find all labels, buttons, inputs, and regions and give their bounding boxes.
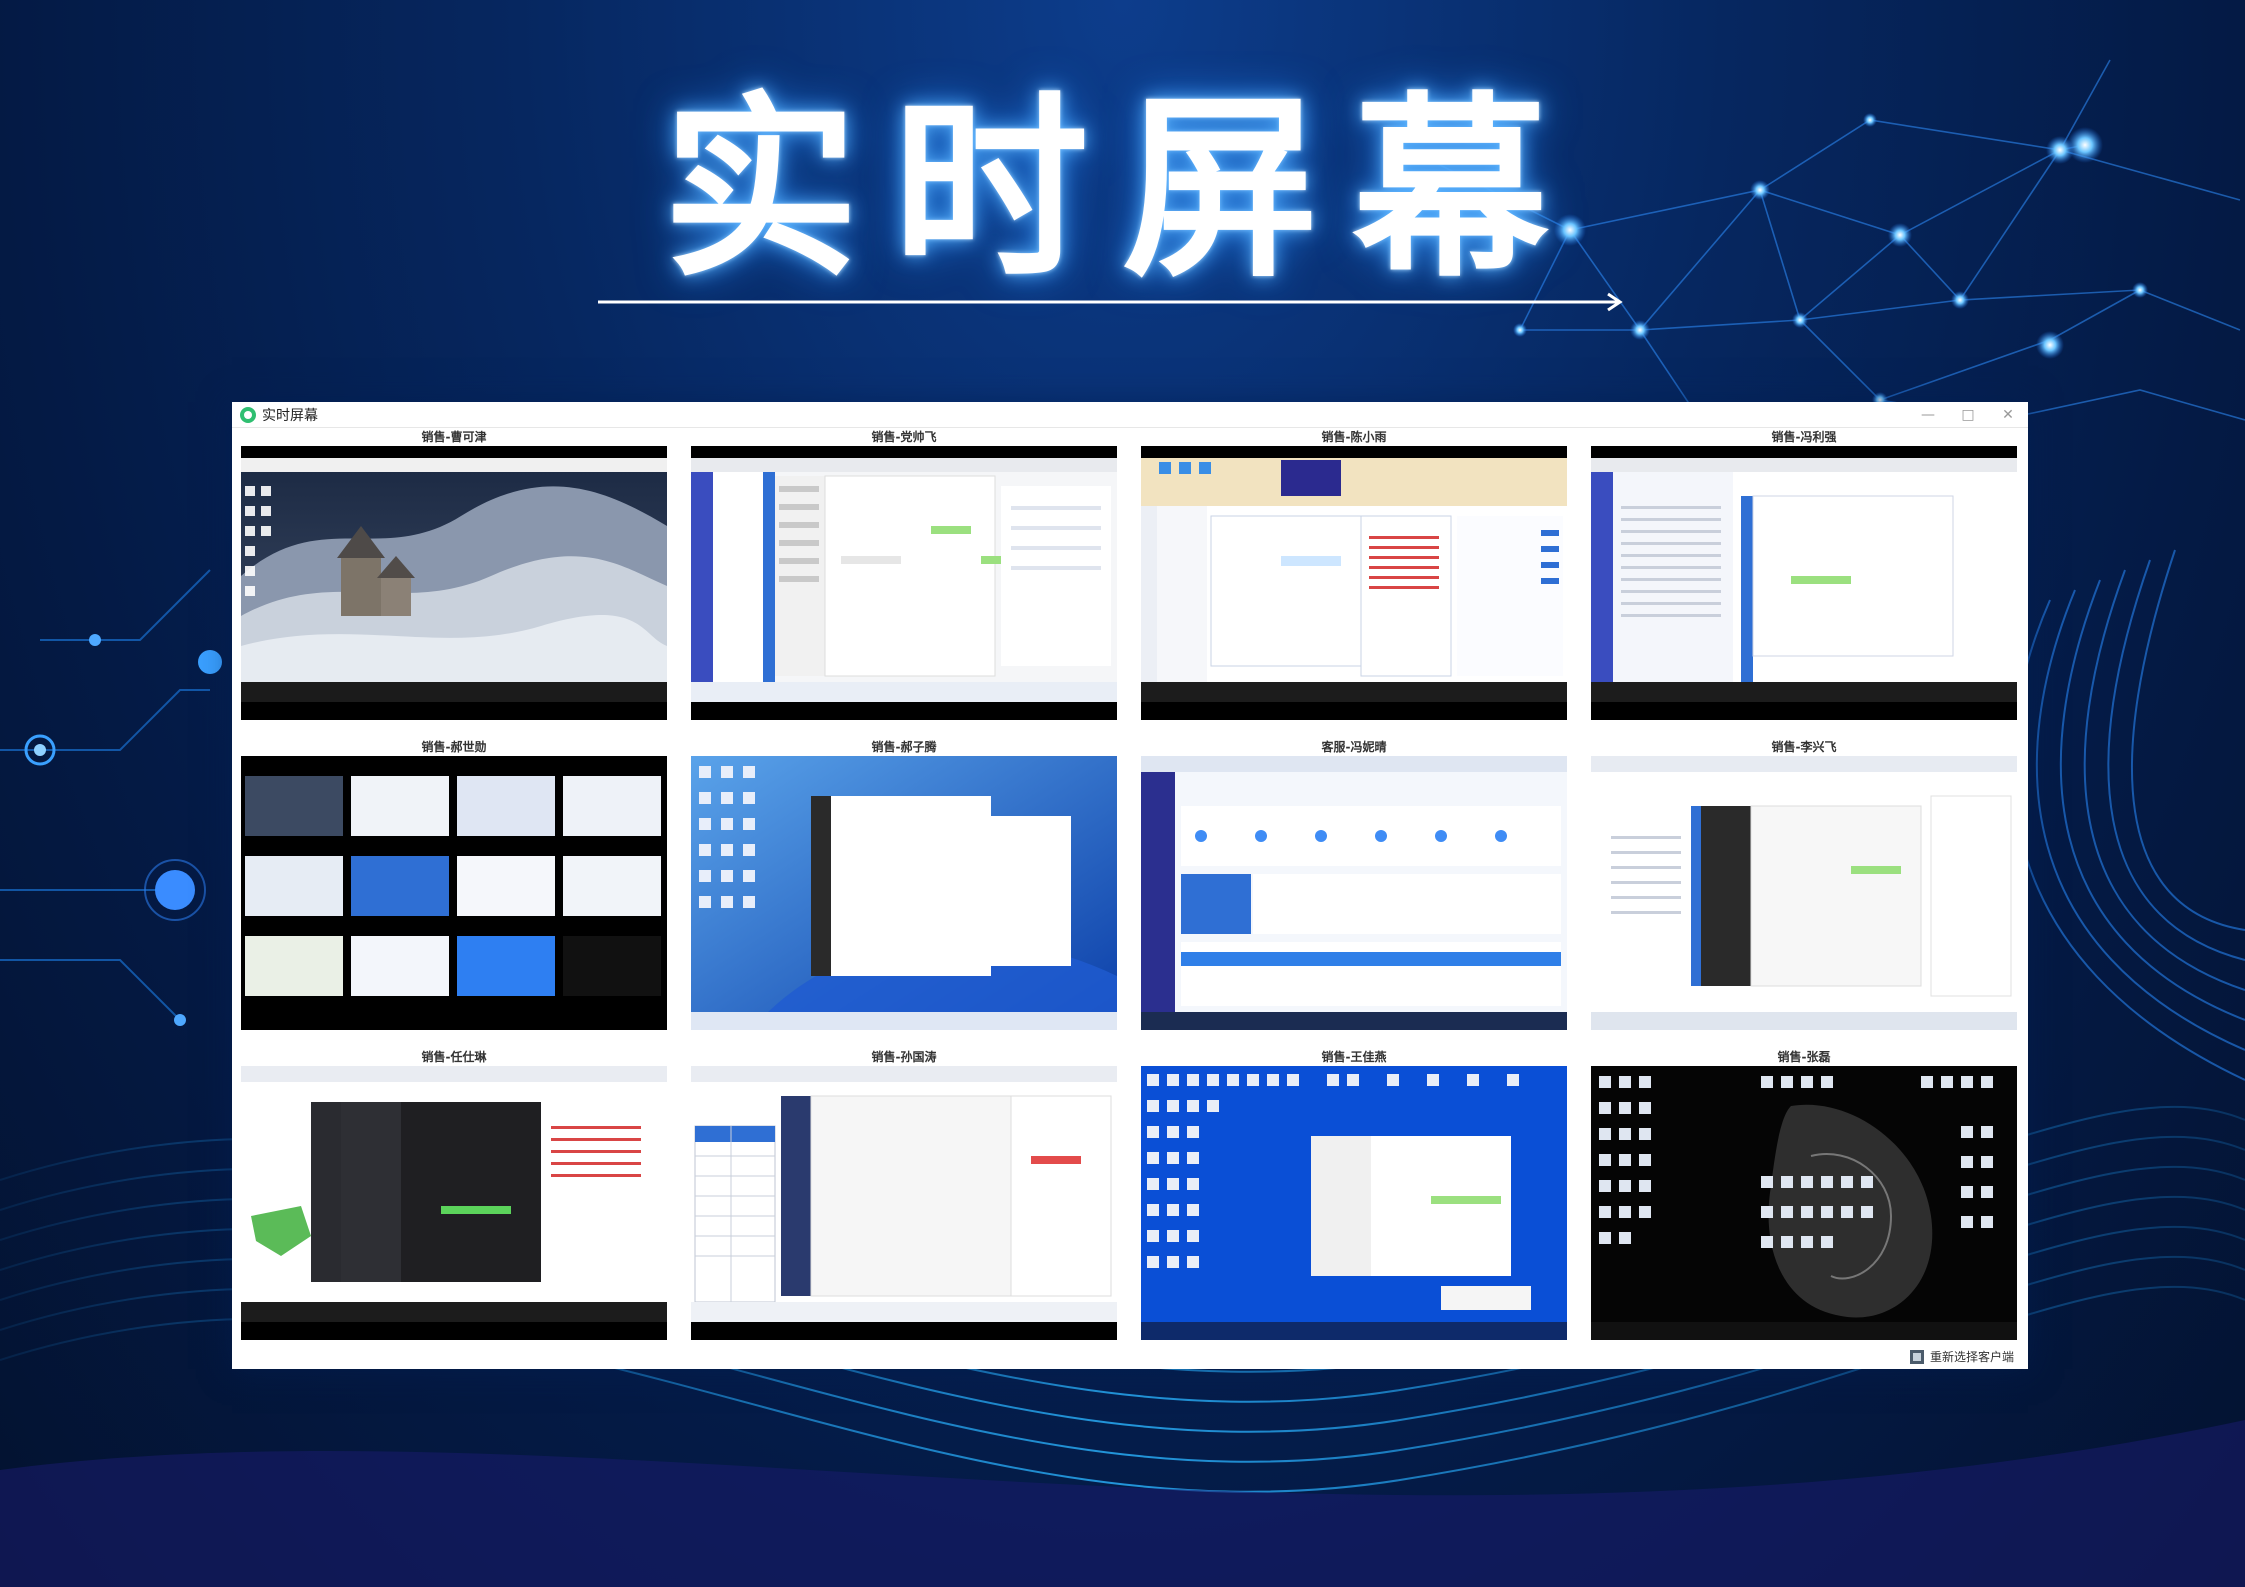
screen-thumbnail[interactable] xyxy=(1591,1066,2017,1340)
app-logo-icon xyxy=(240,406,256,423)
screen-label: 销售-陈小雨 xyxy=(1321,430,1387,444)
screen-tile[interactable]: 销售-李兴飞 xyxy=(1591,738,2017,1030)
screen-tile[interactable]: 销售-郝子腾 xyxy=(691,738,1117,1030)
screen-tile[interactable]: 客服-冯妮晴 xyxy=(1141,738,1567,1030)
monitor-icon xyxy=(1909,1349,1924,1364)
screen-thumbnail[interactable] xyxy=(691,1066,1117,1340)
screen-label: 销售-冯利强 xyxy=(1771,430,1837,444)
screen-thumbnail[interactable] xyxy=(241,1066,667,1340)
screen-tile[interactable]: 销售-郝世勋 xyxy=(241,738,667,1030)
screen-tile[interactable]: 销售-冯利强 xyxy=(1591,428,2017,720)
screen-tile[interactable]: 销售-陈小雨 xyxy=(1141,428,1567,720)
screen-label: 销售-郝世勋 xyxy=(421,740,487,754)
screen-label: 客服-冯妮晴 xyxy=(1321,740,1387,754)
screen-tile[interactable]: 销售-张磊 xyxy=(1591,1048,2017,1340)
title-underline-arrow xyxy=(598,292,1623,312)
close-button[interactable]: ✕ xyxy=(1988,402,2028,427)
screen-label: 销售-曹可津 xyxy=(421,430,487,444)
screen-tile[interactable]: 销售-王佳燕 xyxy=(1141,1048,1567,1340)
screen-tile[interactable]: 销售-党帅飞 xyxy=(691,428,1117,720)
realtime-screen-window: 实时屏幕 — □ ✕ 销售-曹可津 销售-党帅飞 销售-陈小雨 销售-冯利强 销… xyxy=(232,402,2028,1369)
reselect-client-label: 重新选择客户端 xyxy=(1929,1350,2014,1364)
screen-tile[interactable]: 销售-任仕琳 xyxy=(241,1048,667,1340)
screen-tile[interactable]: 销售-孙国涛 xyxy=(691,1048,1117,1340)
screen-thumbnail[interactable] xyxy=(1591,756,2017,1030)
screen-grid: 销售-曹可津 销售-党帅飞 销售-陈小雨 销售-冯利强 销售-郝世勋 销售-郝子… xyxy=(241,428,2017,1340)
screen-thumbnail[interactable] xyxy=(241,756,667,1030)
screen-thumbnail[interactable] xyxy=(691,446,1117,720)
minimize-button[interactable]: — xyxy=(1908,402,1948,427)
screen-label: 销售-王佳燕 xyxy=(1321,1050,1387,1064)
screen-thumbnail[interactable] xyxy=(1141,1066,1567,1340)
screen-label: 销售-孙国涛 xyxy=(871,1050,937,1064)
screen-thumbnail[interactable] xyxy=(241,446,667,720)
reselect-client-button[interactable]: 重新选择客户端 xyxy=(1909,1348,2014,1365)
hero-title: 实时屏幕 xyxy=(662,76,1583,304)
screen-thumbnail[interactable] xyxy=(1141,756,1567,1030)
screen-tile[interactable]: 销售-曹可津 xyxy=(241,428,667,720)
screen-thumbnail[interactable] xyxy=(691,756,1117,1030)
screen-label: 销售-李兴飞 xyxy=(1771,740,1837,754)
screen-label: 销售-张磊 xyxy=(1777,1050,1831,1064)
screen-thumbnail[interactable] xyxy=(1141,446,1567,720)
window-title: 实时屏幕 xyxy=(262,407,318,424)
window-titlebar[interactable]: 实时屏幕 — □ ✕ xyxy=(232,402,2028,428)
screen-label: 销售-郝子腾 xyxy=(871,740,937,754)
screen-thumbnail[interactable] xyxy=(1591,446,2017,720)
screen-label: 销售-党帅飞 xyxy=(871,430,937,444)
screen-label: 销售-任仕琳 xyxy=(421,1050,487,1064)
maximize-button[interactable]: □ xyxy=(1948,402,1988,427)
